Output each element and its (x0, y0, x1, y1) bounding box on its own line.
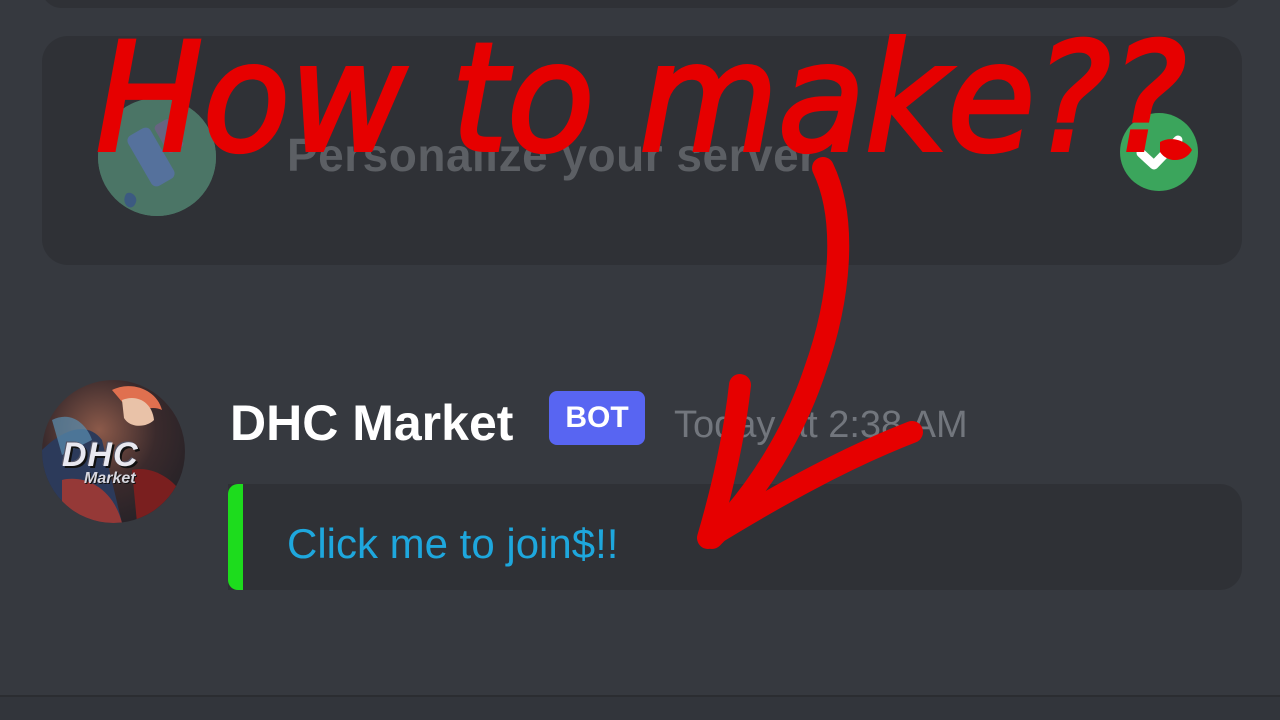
message-embed: Click me to join$!! (228, 484, 1242, 590)
avatar[interactable]: DHC Market (42, 380, 185, 523)
bot-badge: BOT (549, 391, 645, 445)
server-setup-card[interactable]: Personalize your server (42, 36, 1242, 265)
embed-accent-bar (228, 484, 243, 590)
chat-view: Personalize your server DHC Market DHC M… (0, 0, 1280, 720)
check-icon (1120, 113, 1198, 191)
embed-join-link[interactable]: Click me to join$!! (287, 520, 618, 568)
avatar-logo-subtext: Market (84, 470, 136, 487)
chat-bottom-divider (0, 695, 1280, 720)
bot-message: DHC Market DHC Market BOT Today at 2:38 … (0, 378, 1280, 608)
message-timestamp: Today at 2:38 AM (674, 404, 968, 446)
previous-card (42, 0, 1242, 8)
setup-card-title: Personalize your server (287, 129, 818, 181)
brush-icon (98, 98, 216, 216)
message-author[interactable]: DHC Market (230, 394, 513, 452)
